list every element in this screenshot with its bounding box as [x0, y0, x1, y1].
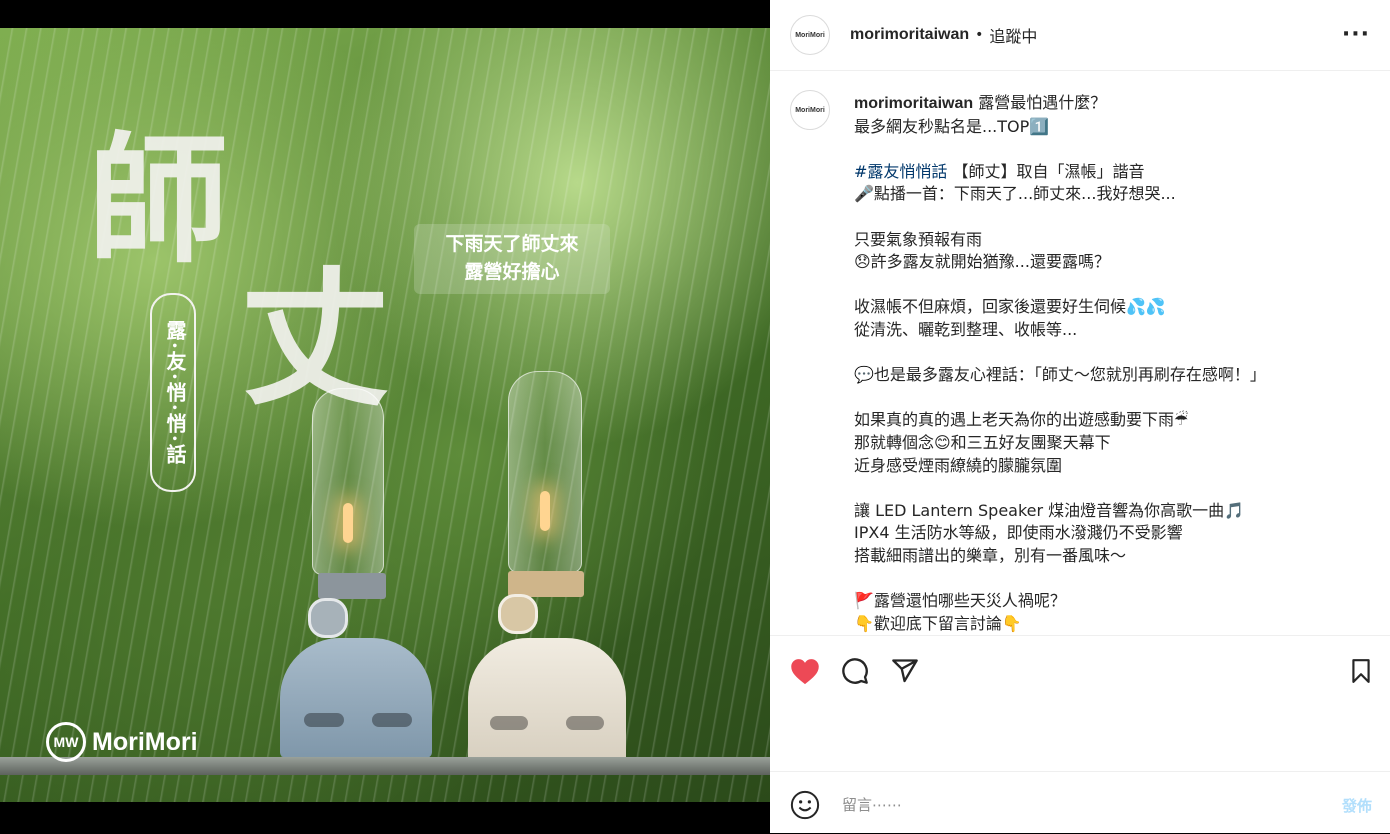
caption-body: 🎤點播一首：下雨天了...師丈來...我好想哭... 只要氣象預報有雨 😞許多露…: [854, 184, 1266, 633]
blue-lantern: [280, 383, 435, 783]
morimori-logo-icon: MW: [46, 722, 86, 762]
caption-username[interactable]: morimoritaiwan: [854, 95, 973, 112]
post-media[interactable]: 師 丈 露·友·悄·悄·話 下雨天了師丈來 露營好擔心 MW MoriMori: [0, 0, 770, 833]
comment-input[interactable]: [840, 790, 1284, 820]
post-header: MoriMori morimoritaiwan • 追蹤中 ···: [770, 0, 1390, 71]
emoji-icon: [790, 790, 820, 820]
more-options-icon[interactable]: ···: [1342, 22, 1370, 47]
post-comment-button[interactable]: 發佈: [1342, 795, 1372, 816]
comment-button[interactable]: [838, 654, 872, 688]
post-photo: 師 丈 露·友·悄·悄·話 下雨天了師丈來 露營好擔心: [0, 28, 770, 802]
caption-first-line: 露營最怕遇什麼？: [973, 93, 1107, 112]
caption-area[interactable]: MoriMori morimoritaiwan 露營最怕遇什麼？ 最多網友秒點名…: [770, 71, 1390, 634]
share-button[interactable]: [888, 654, 922, 688]
avatar[interactable]: MoriMori: [790, 15, 830, 55]
post-panel: MoriMori morimoritaiwan • 追蹤中 ··· MoriMo…: [770, 0, 1390, 833]
heart-icon: [791, 659, 819, 685]
hashtag-link[interactable]: #露友悄悄話: [854, 162, 947, 181]
image-caption-line-1: 下雨天了師丈來: [445, 233, 579, 255]
emoji-button[interactable]: [790, 790, 820, 820]
like-button[interactable]: [788, 654, 822, 688]
follow-status-button[interactable]: 追蹤中: [989, 23, 1037, 47]
headline-char-1: 師: [88, 119, 229, 283]
action-bar: [770, 635, 1390, 771]
add-comment-bar: 發佈: [770, 771, 1390, 834]
image-caption-box: 下雨天了師丈來 露營好擔心: [414, 224, 610, 294]
vertical-label: 露·友·悄·悄·話: [150, 293, 196, 492]
save-button[interactable]: [1344, 654, 1378, 688]
cream-lantern: [468, 366, 628, 786]
bookmark-icon: [1352, 659, 1370, 683]
image-caption-line-2: 露營好擔心: [464, 261, 560, 283]
brand-logo: MW MoriMori: [46, 722, 198, 762]
separator-dot: •: [975, 27, 984, 43]
caption-avatar[interactable]: MoriMori: [790, 90, 830, 130]
brand-name: MoriMori: [92, 727, 198, 756]
caption-text: morimoritaiwan 露營最怕遇什麼？ 最多網友秒點名是...TOP1️…: [854, 92, 1364, 634]
caption-after-hashtag: 【師丈】取自「濕帳」諧音: [947, 161, 1145, 181]
username-link[interactable]: morimoritaiwan: [850, 26, 969, 44]
comment-icon: [842, 658, 868, 684]
caption-line-2: 最多網友秒點名是...TOP1️⃣: [854, 116, 1050, 136]
share-icon: [892, 659, 918, 683]
